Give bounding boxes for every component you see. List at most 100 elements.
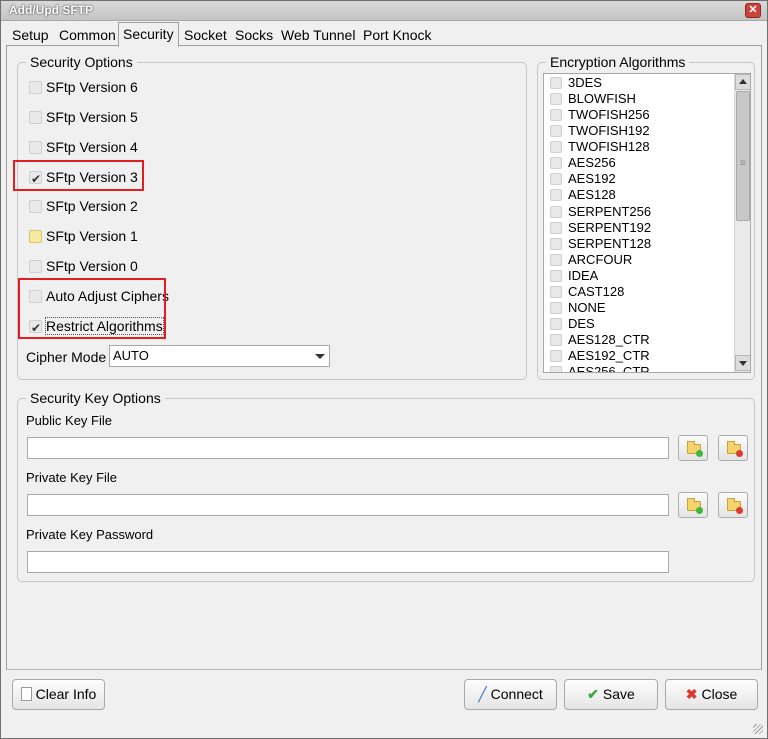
list-item[interactable]: CAST128 [550, 284, 624, 300]
checkbox-box [550, 157, 562, 169]
encryption-algorithms-list[interactable]: 3DES BLOWFISH TWOFISH256 TWOFISH192 TWOF… [543, 73, 751, 373]
connect-button[interactable]: ╱ Connect [464, 679, 557, 710]
list-item-label: AES128_CTR [568, 332, 650, 347]
sftp-dialog-window: Add/Upd SFTP ✕ Setup Common Security Soc… [0, 0, 768, 739]
private-key-browse-button[interactable] [678, 492, 708, 518]
tab-socks[interactable]: Socks [231, 25, 277, 46]
sftp-version-2-checkbox[interactable]: SFtp Version 2 [29, 196, 138, 216]
footer-divider [7, 669, 761, 670]
tab-socket[interactable]: Socket [180, 25, 231, 46]
checkbox-box [29, 111, 42, 124]
save-label: Save [602, 686, 635, 702]
private-key-password-input[interactable] [27, 551, 669, 573]
checkbox-box [550, 141, 562, 153]
security-key-options-title: Security Key Options [26, 390, 165, 406]
list-item-label: AES256 [568, 155, 616, 170]
checkbox-box [550, 302, 562, 314]
checkbox-box [550, 334, 562, 346]
checkbox-box [550, 270, 562, 282]
list-item[interactable]: AES256_CTR [550, 364, 650, 372]
checkbox-box [29, 260, 42, 273]
list-item-label: CAST128 [568, 284, 625, 299]
sftp-version-5-checkbox[interactable]: SFtp Version 5 [29, 107, 138, 127]
list-item[interactable]: TWOFISH128 [550, 139, 650, 155]
checkbox-box [550, 286, 562, 298]
tab-port-knock[interactable]: Port Knock [359, 25, 435, 46]
checkbox-box [550, 93, 562, 105]
window-close-button[interactable]: ✕ [745, 3, 761, 18]
resize-grip[interactable] [753, 724, 763, 734]
list-item[interactable]: AES256 [550, 155, 616, 171]
public-key-clear-button[interactable] [718, 435, 748, 461]
list-item-label: AES192 [568, 171, 616, 186]
list-item[interactable]: SERPENT192 [550, 220, 651, 236]
list-item-label: AES192_CTR [568, 348, 650, 363]
list-item[interactable]: AES128 [550, 187, 616, 203]
scroll-up-icon[interactable] [735, 74, 750, 90]
save-button[interactable]: ✔ Save [564, 679, 658, 710]
sftp-version-0-checkbox[interactable]: SFtp Version 0 [29, 256, 138, 276]
checkmark-icon: ✔ [587, 686, 599, 702]
list-item-label: SERPENT192 [568, 220, 652, 235]
checkbox-box [550, 238, 562, 250]
list-item[interactable]: AES192 [550, 171, 616, 187]
checkbox-label: SFtp Version 2 [46, 198, 138, 214]
clear-info-button[interactable]: Clear Info [12, 679, 105, 710]
window-title: Add/Upd SFTP [9, 3, 93, 17]
title-bar[interactable]: Add/Upd SFTP ✕ [1, 1, 767, 21]
list-item-label: ARCFOUR [568, 252, 633, 267]
tab-setup[interactable]: Setup [8, 25, 53, 46]
document-icon [20, 687, 32, 701]
list-item[interactable]: SERPENT128 [550, 236, 651, 252]
list-item-label: DES [568, 316, 595, 331]
list-item-label: TWOFISH192 [568, 123, 650, 138]
list-item-label: TWOFISH128 [568, 139, 650, 154]
list-item-label: TWOFISH256 [568, 107, 650, 122]
list-item[interactable]: NONE [550, 300, 606, 316]
list-item-label: IDEA [568, 268, 599, 283]
list-item[interactable]: ARCFOUR [550, 252, 632, 268]
list-item-label: SERPENT256 [568, 204, 652, 219]
checkbox-box [550, 366, 562, 372]
sftp-version-6-checkbox[interactable]: SFtp Version 6 [29, 77, 138, 97]
encryption-algorithms-title: Encryption Algorithms [546, 54, 690, 70]
private-key-file-input[interactable] [27, 494, 669, 516]
list-item[interactable]: BLOWFISH [550, 91, 636, 107]
sftp-version-4-checkbox[interactable]: SFtp Version 4 [29, 137, 138, 157]
list-item[interactable]: IDEA [550, 268, 598, 284]
cipher-mode-value: AUTO [113, 348, 149, 363]
checkbox-box [550, 173, 562, 185]
scroll-thumb[interactable] [736, 91, 750, 221]
list-scrollbar[interactable] [734, 74, 750, 372]
checkbox-box [550, 125, 562, 137]
list-item[interactable]: AES192_CTR [550, 348, 650, 364]
tab-security[interactable]: Security [118, 22, 179, 47]
list-item[interactable]: 3DES [550, 75, 602, 91]
public-key-file-input[interactable] [27, 437, 669, 459]
public-key-browse-button[interactable] [678, 435, 708, 461]
cipher-mode-select[interactable]: AUTO [109, 345, 330, 367]
list-item[interactable]: TWOFISH256 [550, 107, 650, 123]
list-item[interactable]: AES128_CTR [550, 332, 650, 348]
list-item-label: NONE [568, 300, 606, 315]
checkbox-label: SFtp Version 5 [46, 109, 138, 125]
checkbox-box [550, 318, 562, 330]
x-icon: ✖ [685, 686, 698, 702]
sftp-version-1-checkbox[interactable]: SFtp Version 1 [29, 226, 138, 246]
list-item[interactable]: TWOFISH192 [550, 123, 650, 139]
checkbox-box [550, 109, 562, 121]
scroll-down-icon[interactable] [735, 355, 750, 371]
encryption-algorithms-group: Encryption Algorithms 3DES BLOWFISH TWOF… [537, 54, 755, 380]
tab-web-tunnel[interactable]: Web Tunnel [277, 25, 359, 46]
tab-common[interactable]: Common [55, 25, 120, 46]
minus-badge-icon [736, 450, 743, 457]
list-item[interactable]: DES [550, 316, 595, 332]
checkbox-box [550, 222, 562, 234]
private-key-clear-button[interactable] [718, 492, 748, 518]
list-item-label: 3DES [568, 75, 602, 90]
close-button[interactable]: ✖ Close [665, 679, 758, 710]
checkbox-box [550, 254, 562, 266]
checkbox-box [550, 77, 562, 89]
list-item[interactable]: SERPENT256 [550, 204, 651, 220]
connect-label: Connect [490, 686, 543, 702]
